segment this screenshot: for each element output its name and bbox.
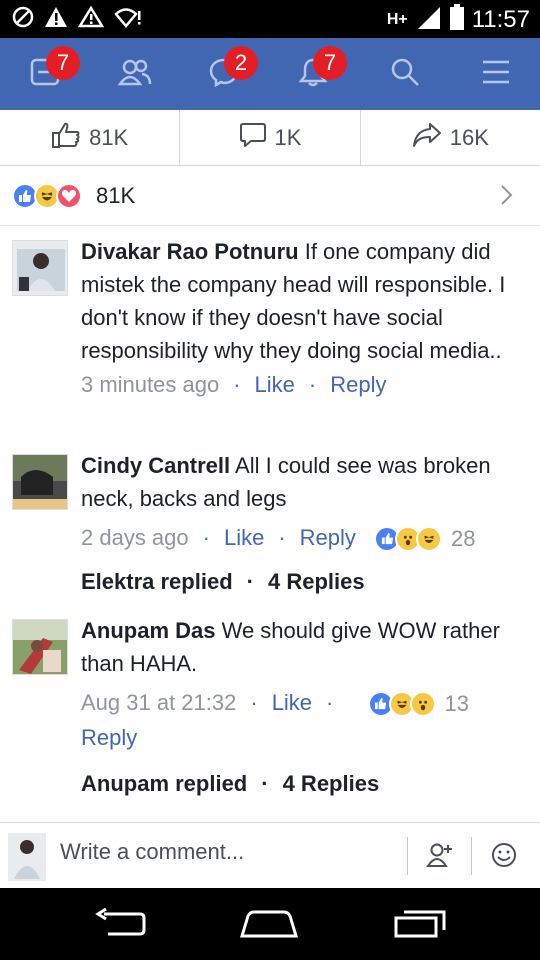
comment-meta: 3 minutes ago · Like · Reply	[81, 368, 531, 402]
reactions-total: 81K	[96, 183, 136, 208]
add-person-icon	[426, 842, 454, 873]
post-stats: 81K 1K 16K	[0, 110, 540, 166]
network-type: H+	[386, 10, 408, 28]
comment-count: 1K	[274, 124, 302, 150]
divider	[407, 837, 408, 875]
comment-body: Divakar Rao Potnuru If one company did m…	[81, 235, 531, 402]
home-badge: 7	[46, 46, 80, 80]
reaction-icons	[12, 183, 82, 209]
divider	[471, 837, 472, 875]
separator-dot: ·	[246, 568, 254, 594]
comment-bubble-icon	[239, 121, 267, 155]
reply-link[interactable]: Reply	[81, 725, 137, 750]
replies-count: 4 Replies	[282, 770, 380, 796]
wow-reaction-icon	[409, 690, 436, 717]
comment-time: 2 days ago	[81, 525, 189, 550]
separator-dot: ·	[202, 525, 210, 550]
separator-dot: ·	[261, 770, 269, 796]
like-link[interactable]: Like	[224, 525, 264, 550]
recents-button[interactable]	[394, 908, 446, 943]
nav-search[interactable]	[383, 52, 427, 96]
comment-body: Cindy Cantrell All I could see was broke…	[81, 449, 531, 598]
replies-count: 4 Replies	[267, 568, 365, 594]
emoji-button[interactable]	[488, 841, 520, 873]
share-count: 16K	[449, 124, 489, 150]
signal-icon	[416, 5, 442, 34]
comment-time: Aug 31 at 21:32	[81, 690, 237, 715]
nav-menu[interactable]	[474, 52, 518, 96]
love-reaction-icon	[56, 183, 82, 209]
warning-outline-icon	[77, 5, 105, 33]
comment-meta: Aug 31 at 21:32 · Like · 13 Reply	[81, 686, 531, 755]
back-button[interactable]	[94, 907, 146, 943]
menu-icon	[482, 59, 510, 90]
comment-time: 3 minutes ago	[81, 372, 220, 397]
replied-by: Elektra replied	[81, 568, 233, 594]
thumbs-up-icon	[51, 121, 81, 155]
chevron-right-icon	[500, 184, 514, 211]
like-link[interactable]: Like	[255, 372, 295, 397]
avatar[interactable]	[12, 619, 68, 675]
comment-text-block: Divakar Rao Potnuru If one company did m…	[81, 235, 531, 367]
user-avatar	[8, 833, 46, 881]
nav-friends[interactable]	[113, 52, 157, 96]
separator-dot: ·	[278, 525, 286, 550]
comment-composer: Write a comment...	[0, 822, 540, 888]
notifications-badge: 7	[313, 46, 347, 80]
recents-icon	[394, 910, 446, 942]
friends-icon	[117, 58, 152, 91]
like-stat[interactable]: 81K	[0, 110, 179, 165]
comment-author[interactable]: Divakar Rao Potnuru	[81, 239, 299, 264]
separator-dot: ·	[233, 372, 241, 397]
share-stat[interactable]: 16K	[359, 110, 540, 165]
system-nav-bar	[0, 888, 540, 960]
messages-badge: 2	[224, 46, 258, 80]
reactions-summary[interactable]: 81K	[0, 166, 540, 226]
comment-text-block: Cindy Cantrell All I could see was broke…	[81, 449, 531, 515]
comment-meta: 2 days ago · Like · Reply 28	[81, 521, 531, 556]
warning-icon	[44, 6, 68, 33]
separator-dot: ·	[308, 372, 317, 397]
top-nav: 7 2 7	[0, 38, 540, 110]
status-bar: H+ 11:57	[0, 0, 540, 38]
home-outline-icon	[239, 910, 299, 942]
replies-link[interactable]: Elektra replied · 4 Replies	[81, 565, 531, 598]
replied-by: Anupam replied	[81, 770, 248, 796]
tag-friend-button[interactable]	[424, 841, 456, 873]
reaction-count: 28	[451, 525, 476, 551]
back-arrow-icon	[94, 907, 146, 942]
nav-home[interactable]: 7	[24, 46, 80, 96]
search-icon	[390, 57, 420, 92]
separator-dot: ·	[326, 690, 334, 715]
home-button[interactable]	[239, 908, 299, 943]
smiley-icon	[491, 842, 517, 873]
share-arrow-icon	[412, 122, 442, 154]
nav-messages[interactable]: 2	[202, 46, 258, 96]
avatar[interactable]	[12, 240, 68, 296]
comment-text-block: Anupam Das We should give WOW rather tha…	[81, 614, 531, 680]
comment-input[interactable]: Write a comment...	[60, 839, 244, 865]
clock: 11:57	[471, 5, 530, 33]
reply-link[interactable]: Reply	[330, 372, 386, 397]
comment-body: Anupam Das We should give WOW rather tha…	[81, 614, 531, 800]
like-count: 81K	[89, 124, 129, 150]
comment-author[interactable]: Anupam Das	[81, 618, 215, 643]
comment-reactions[interactable]: 13	[367, 687, 469, 721]
comment-stat[interactable]: 1K	[179, 110, 359, 165]
reply-link[interactable]: Reply	[300, 525, 356, 550]
reaction-count: 13	[444, 690, 469, 716]
avatar[interactable]	[12, 454, 68, 510]
nav-notifications[interactable]: 7	[291, 46, 347, 96]
comment-reactions[interactable]: 28	[374, 522, 476, 556]
replies-link[interactable]: Anupam replied · 4 Replies	[81, 767, 531, 800]
wifi-alert-icon	[114, 6, 142, 33]
haha-reaction-icon	[416, 525, 443, 552]
like-link[interactable]: Like	[272, 690, 312, 715]
comment-author[interactable]: Cindy Cantrell	[81, 453, 230, 478]
battery-icon	[449, 4, 464, 35]
no-sim-icon	[12, 6, 34, 33]
separator-dot: ·	[250, 690, 258, 715]
